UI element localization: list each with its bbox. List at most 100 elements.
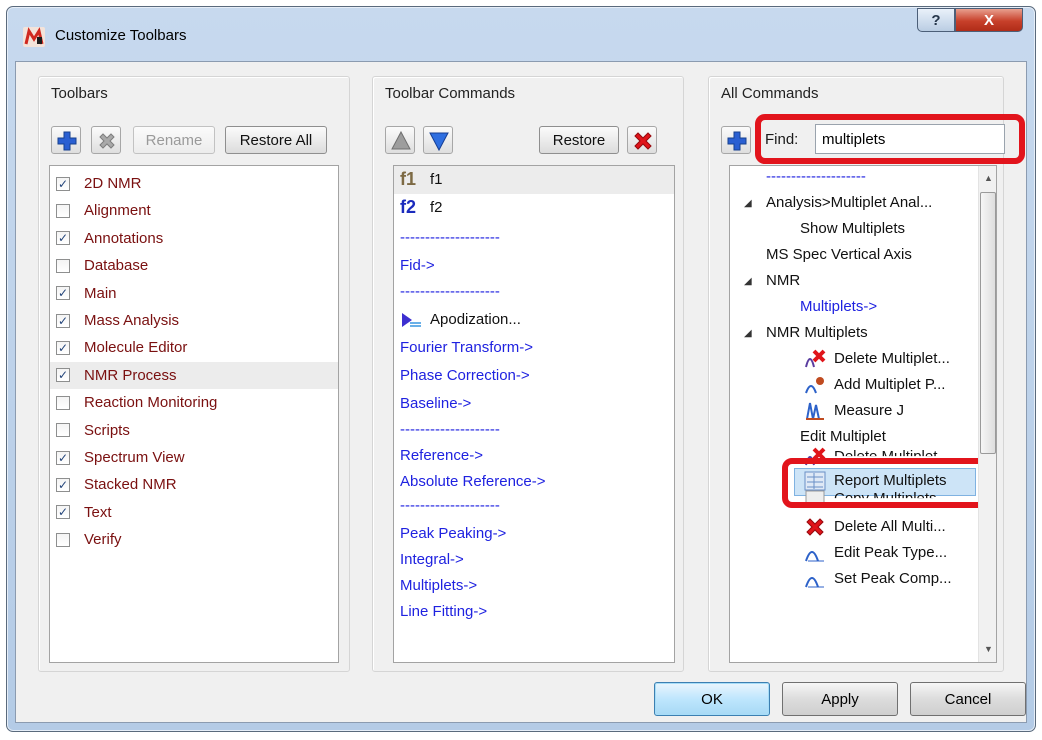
rename-button[interactable]: Rename xyxy=(133,126,215,154)
command-item[interactable]: Peak Peaking-> xyxy=(400,525,506,542)
remove-command-button[interactable] xyxy=(627,126,657,154)
checkbox[interactable]: ✓ xyxy=(56,505,70,520)
command-item[interactable]: Line Fitting-> xyxy=(400,603,487,620)
toolbars-group: Toolbars Rename Restore All ✓ 2D NMR Align… xyxy=(38,76,350,672)
checkbox[interactable] xyxy=(56,203,70,218)
list-item[interactable]: Verify xyxy=(50,526,338,553)
collapse-triangle-icon[interactable]: ◢ xyxy=(744,328,752,339)
checkbox[interactable] xyxy=(56,395,70,410)
cancel-button[interactable]: Cancel xyxy=(910,682,1026,716)
checkbox[interactable]: ✓ xyxy=(56,231,70,246)
command-item[interactable]: Set Peak Comp... xyxy=(834,570,952,587)
separator: -------------------- xyxy=(766,168,866,185)
command-item[interactable]: Multiplets-> xyxy=(400,577,477,594)
command-item[interactable]: Apodization... xyxy=(430,311,521,328)
command-item[interactable]: NMR xyxy=(766,272,800,289)
delete-toolbar-button[interactable] xyxy=(91,126,121,154)
command-item[interactable]: Add Multiplet P... xyxy=(834,376,945,393)
edit-peak-icon xyxy=(804,543,826,567)
f1-icon: f1 xyxy=(400,169,417,189)
command-item[interactable]: Fourier Transform-> xyxy=(400,339,533,356)
checkbox[interactable] xyxy=(56,258,70,273)
plus-icon xyxy=(727,131,747,151)
command-item[interactable]: NMR Multiplets xyxy=(766,324,868,341)
command-item[interactable]: Fid-> xyxy=(400,257,435,274)
toolbar-commands-list[interactable]: f1 f1 f2 f2 -------------------- Fid-> -------… xyxy=(393,165,675,663)
command-item[interactable]: Delete Multiplet... xyxy=(834,350,950,367)
list-item-label: Scripts xyxy=(84,421,130,439)
list-item[interactable]: ✓ Spectrum View xyxy=(50,444,338,471)
command-item[interactable]: Reference-> xyxy=(400,447,483,464)
command-item[interactable]: Analysis>Multiplet Anal... xyxy=(766,194,932,211)
list-item[interactable]: ✓ Mass Analysis xyxy=(50,307,338,334)
all-commands-list[interactable]: -------------------- ◢ Analysis>Multiplet … xyxy=(729,165,997,663)
command-item[interactable]: f2 xyxy=(430,199,443,216)
command-item[interactable]: Phase Correction-> xyxy=(400,367,530,384)
checkbox[interactable]: ✓ xyxy=(56,368,70,383)
toolbars-list[interactable]: ✓ 2D NMR Alignment ✓ Annotations Database ✓ Mai… xyxy=(49,165,339,663)
ok-button[interactable]: OK xyxy=(654,682,770,716)
add-multiplet-icon xyxy=(804,375,826,399)
list-item[interactable]: ✓ Stacked NMR xyxy=(50,471,338,498)
scrollbar-thumb[interactable] xyxy=(980,192,996,454)
vertical-scrollbar[interactable]: ▲ ▼ xyxy=(978,166,996,662)
list-item-label: Molecule Editor xyxy=(84,339,188,357)
command-item[interactable]: Multiplets-> xyxy=(800,298,877,315)
app-logo-icon xyxy=(23,27,45,47)
add-command-button[interactable] xyxy=(721,126,751,154)
checkbox[interactable] xyxy=(56,532,70,547)
checkbox[interactable]: ✓ xyxy=(56,340,70,355)
command-item[interactable]: Absolute Reference-> xyxy=(400,473,546,490)
command-item[interactable]: Measure J xyxy=(834,402,904,419)
list-item-label: Text xyxy=(84,503,112,521)
list-item-label: Mass Analysis xyxy=(84,312,180,329)
toolbar-commands-group-title: Toolbar Commands xyxy=(385,85,516,102)
command-item[interactable]: Edit Multiplet xyxy=(800,428,886,445)
add-toolbar-button[interactable] xyxy=(51,126,81,154)
checkbox[interactable]: ✓ xyxy=(56,477,70,492)
collapse-triangle-icon[interactable]: ◢ xyxy=(744,198,752,209)
plus-icon xyxy=(57,131,77,151)
move-down-button[interactable] xyxy=(423,126,453,154)
command-item[interactable]: Baseline-> xyxy=(400,395,471,412)
list-item[interactable]: ✓ Molecule Editor xyxy=(50,334,338,361)
find-highlight-box xyxy=(755,114,1025,164)
triangle-down-icon xyxy=(429,132,449,152)
toolbars-group-title: Toolbars xyxy=(51,85,108,102)
restore-button[interactable]: Restore xyxy=(539,126,619,154)
move-up-button[interactable] xyxy=(385,126,415,154)
list-item[interactable]: ✓ Text xyxy=(50,499,338,526)
list-item[interactable]: ✓ Annotations xyxy=(50,225,338,252)
checkbox[interactable] xyxy=(56,423,70,438)
command-item[interactable]: f1 xyxy=(430,171,443,188)
dialog-window: Customize Toolbars ? X Toolbars Rename R… xyxy=(6,6,1036,732)
list-item[interactable]: ✓ Main xyxy=(50,280,338,307)
checkbox[interactable]: ✓ xyxy=(56,286,70,301)
checkbox[interactable]: ✓ xyxy=(56,450,70,465)
command-item[interactable]: Integral-> xyxy=(400,551,464,568)
collapse-triangle-icon[interactable]: ◢ xyxy=(744,276,752,287)
scroll-down-icon[interactable]: ▼ xyxy=(984,644,993,654)
command-item[interactable]: Edit Peak Type... xyxy=(834,544,947,561)
command-item[interactable]: Delete All Multi... xyxy=(834,518,946,535)
command-item[interactable]: MS Spec Vertical Axis xyxy=(766,246,912,263)
list-item[interactable]: Scripts xyxy=(50,417,338,444)
list-item[interactable]: Database xyxy=(50,252,338,279)
list-item[interactable]: ✓ 2D NMR xyxy=(50,170,338,197)
close-button[interactable]: X xyxy=(955,8,1023,32)
red-x-icon xyxy=(634,132,652,150)
list-item[interactable]: Alignment xyxy=(50,197,338,224)
all-commands-group-title: All Commands xyxy=(721,85,819,102)
list-item-label: Verify xyxy=(84,531,122,549)
delete-all-icon xyxy=(804,517,826,541)
scroll-up-icon[interactable]: ▲ xyxy=(984,173,993,183)
help-button[interactable]: ? xyxy=(917,8,955,32)
list-item[interactable]: ✓ NMR Process xyxy=(50,361,338,389)
command-item[interactable]: Show Multiplets xyxy=(800,220,905,237)
checkbox[interactable]: ✓ xyxy=(56,313,70,328)
restore-all-button[interactable]: Restore All xyxy=(225,126,327,154)
list-item[interactable]: Reaction Monitoring xyxy=(50,389,338,416)
apply-button[interactable]: Apply xyxy=(782,682,898,716)
checkbox[interactable]: ✓ xyxy=(56,176,70,191)
title-bar[interactable]: Customize Toolbars ? X xyxy=(7,7,1035,61)
